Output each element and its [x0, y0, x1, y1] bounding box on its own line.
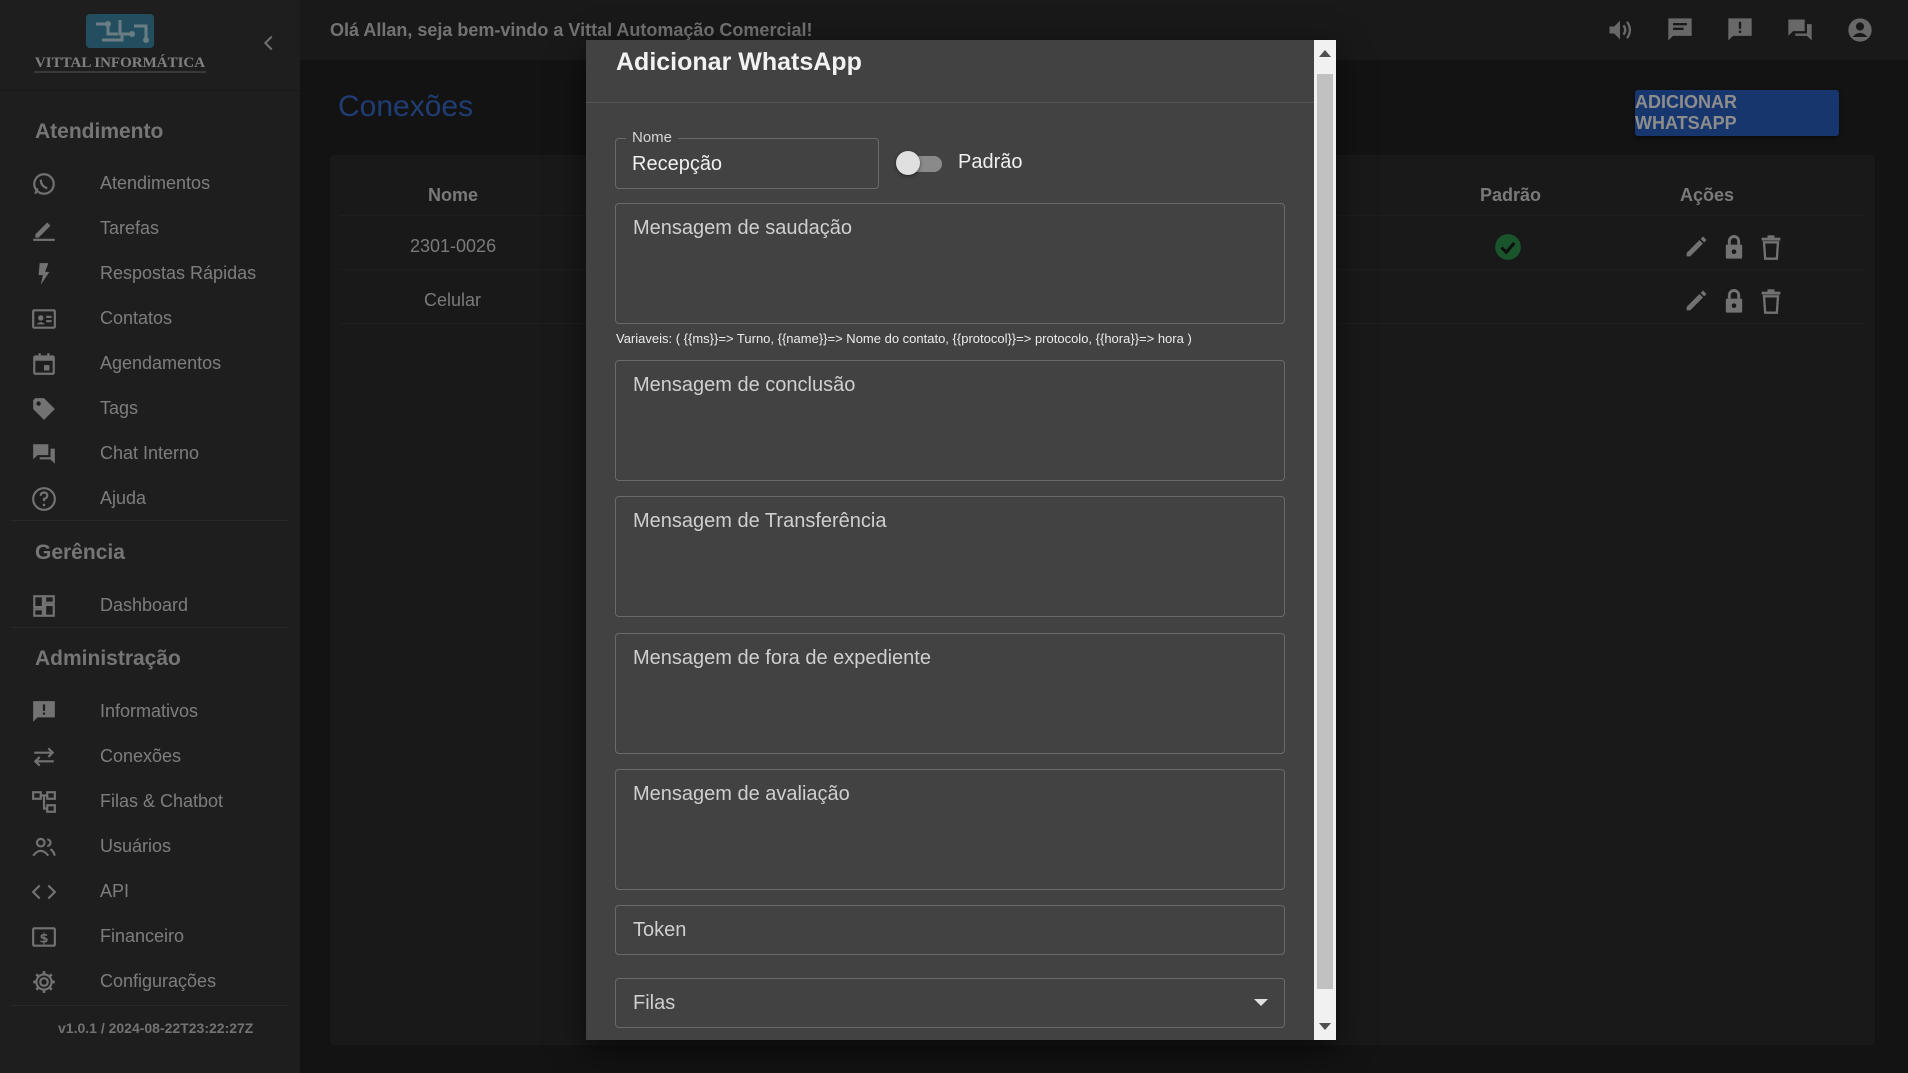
switch-thumb: [896, 151, 920, 175]
out-of-hours-message-placeholder: Mensagem de fora de expediente: [633, 647, 931, 669]
default-switch-label: Padrão: [958, 151, 1023, 173]
rating-message-placeholder: Mensagem de avaliação: [633, 783, 850, 805]
dialog-title: Adicionar WhatsApp: [616, 48, 862, 76]
greeting-message-placeholder: Mensagem de saudação: [633, 217, 853, 239]
scrollbar-thumb[interactable]: [1317, 74, 1333, 989]
dialog-scrollbar[interactable]: [1314, 40, 1336, 1040]
transfer-message-field[interactable]: Mensagem de Transferência: [615, 496, 1285, 617]
add-whatsapp-dialog: Adicionar WhatsApp Nome Recepção Padrão …: [586, 40, 1336, 1040]
token-field[interactable]: Token: [615, 905, 1285, 955]
dropdown-arrow-icon: [1254, 999, 1268, 1006]
name-field-label: Nome: [626, 129, 679, 146]
transfer-message-placeholder: Mensagem de Transferência: [633, 510, 887, 532]
name-field-value: Recepção: [632, 153, 723, 175]
completion-message-placeholder: Mensagem de conclusão: [633, 374, 856, 396]
dialog-title-divider: [586, 102, 1314, 103]
greeting-message-field[interactable]: Mensagem de saudação: [615, 203, 1285, 324]
default-switch[interactable]: [896, 150, 944, 175]
name-field[interactable]: Nome Recepção: [615, 129, 879, 189]
queues-select[interactable]: Filas: [615, 978, 1285, 1028]
token-placeholder: Token: [633, 919, 687, 941]
out-of-hours-message-field[interactable]: Mensagem de fora de expediente: [615, 633, 1285, 754]
variables-hint: Variaveis: ( {{ms}}=> Turno, {{name}}=> …: [616, 331, 1192, 346]
completion-message-field[interactable]: Mensagem de conclusão: [615, 360, 1285, 481]
rating-message-field[interactable]: Mensagem de avaliação: [615, 769, 1285, 890]
scroll-up-icon[interactable]: [1319, 50, 1331, 57]
queues-placeholder: Filas: [633, 992, 676, 1014]
scroll-down-icon[interactable]: [1319, 1023, 1331, 1030]
